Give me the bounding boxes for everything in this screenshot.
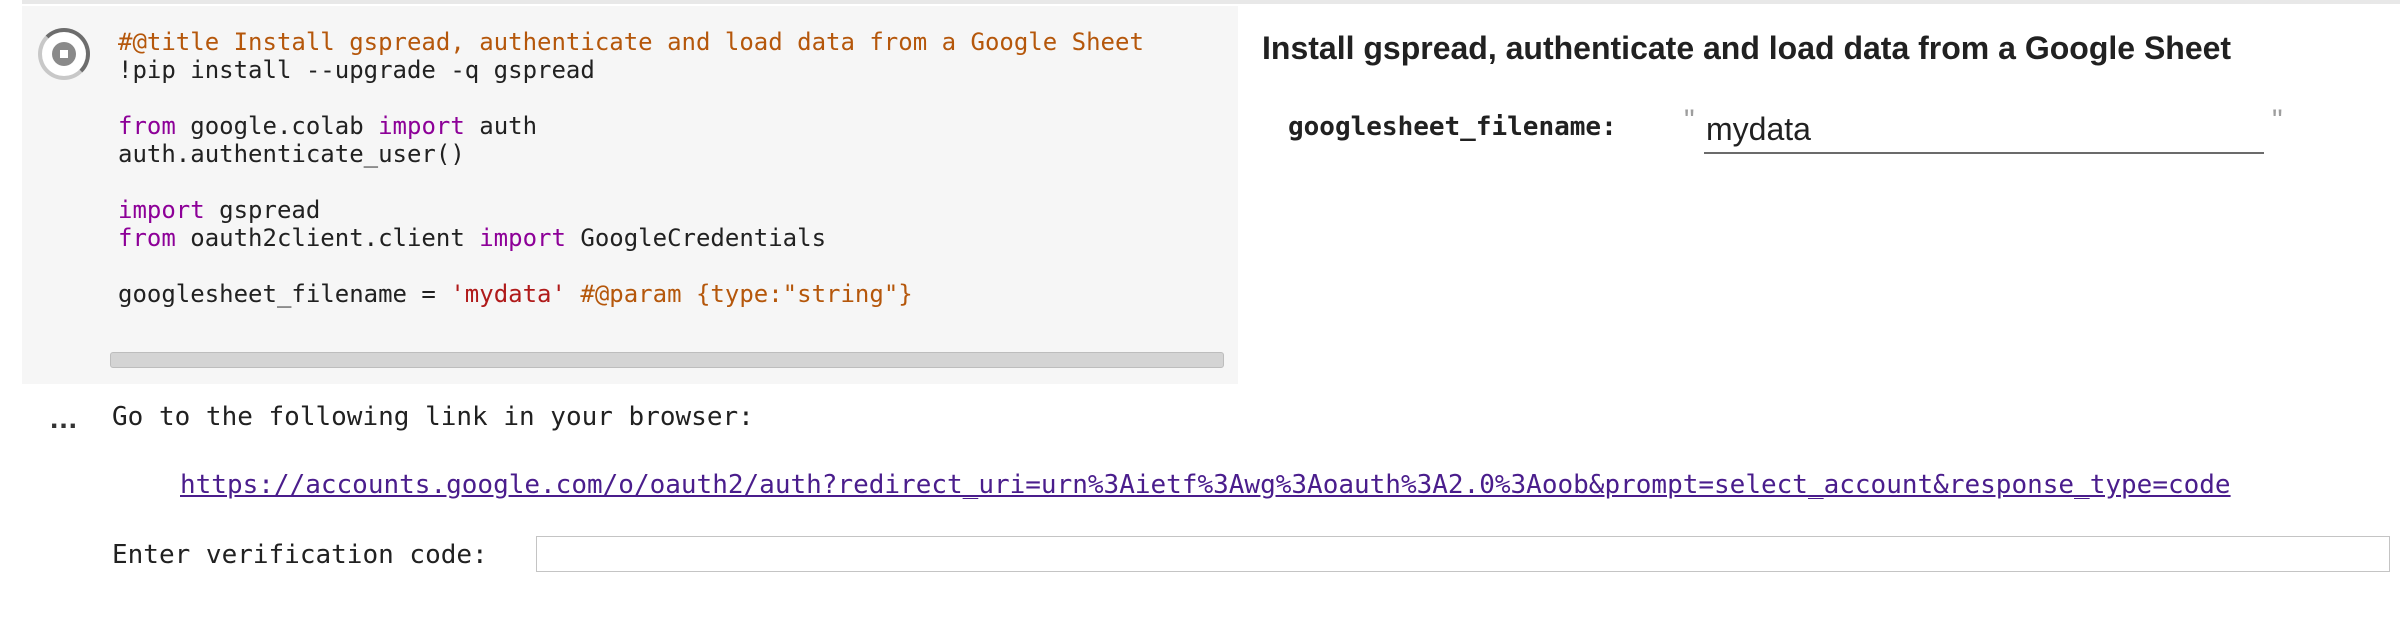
run-cell-button[interactable]	[38, 28, 90, 80]
code-token: from	[118, 224, 176, 252]
code-token: #@param {type:"string"}	[565, 280, 913, 308]
verification-code-label: Enter verification code:	[112, 540, 488, 570]
code-line: auth.authenticate_user()	[118, 140, 1144, 168]
code-token: 'mydata'	[450, 280, 566, 308]
code-line: from oauth2client.client import GoogleCr…	[118, 224, 1144, 252]
code-token: auth	[464, 112, 538, 140]
code-token: google.colab	[175, 112, 379, 140]
output-menu-icon[interactable]: ...	[50, 402, 78, 436]
googlesheet-filename-input[interactable]	[1704, 106, 2264, 154]
code-line: #@title Install gspread, authenticate an…	[118, 28, 1144, 56]
code-line: !pip install --upgrade -q gspread	[118, 56, 1144, 84]
code-line: import gspread	[118, 196, 1144, 224]
code-editor[interactable]: #@title Install gspread, authenticate an…	[118, 28, 1144, 308]
open-quote-mark: "	[1684, 104, 1695, 137]
code-token: #@title Install gspread, authenticate an…	[118, 28, 1144, 56]
code-token: !pip install --upgrade -q gspread	[118, 56, 595, 84]
param-label-googlesheet-filename: googlesheet_filename:	[1288, 112, 1617, 142]
code-line: from google.colab import auth	[118, 112, 1144, 140]
code-token: oauth2client.client	[175, 224, 480, 252]
code-token: gspread	[204, 196, 321, 224]
output-instruction-text: Go to the following link in your browser…	[112, 402, 754, 432]
cell-top-divider	[22, 0, 2400, 4]
close-quote-mark: "	[2272, 104, 2283, 137]
code-token: from	[118, 112, 176, 140]
code-token: import	[118, 196, 205, 224]
code-token: auth.authenticate_user()	[118, 140, 465, 168]
verification-code-input[interactable]	[536, 536, 2390, 572]
code-token: import	[378, 112, 465, 140]
oauth-auth-link[interactable]: https://accounts.google.com/o/oauth2/aut…	[180, 470, 2390, 500]
code-token: googlesheet_filename =	[118, 280, 451, 308]
stop-running-icon	[52, 42, 76, 66]
horizontal-scrollbar[interactable]	[110, 352, 1224, 368]
code-token: GoogleCredentials	[565, 224, 827, 252]
form-title: Install gspread, authenticate and load d…	[1262, 30, 2232, 66]
code-line: googlesheet_filename = 'mydata' #@param …	[118, 280, 1144, 308]
code-token: import	[479, 224, 566, 252]
